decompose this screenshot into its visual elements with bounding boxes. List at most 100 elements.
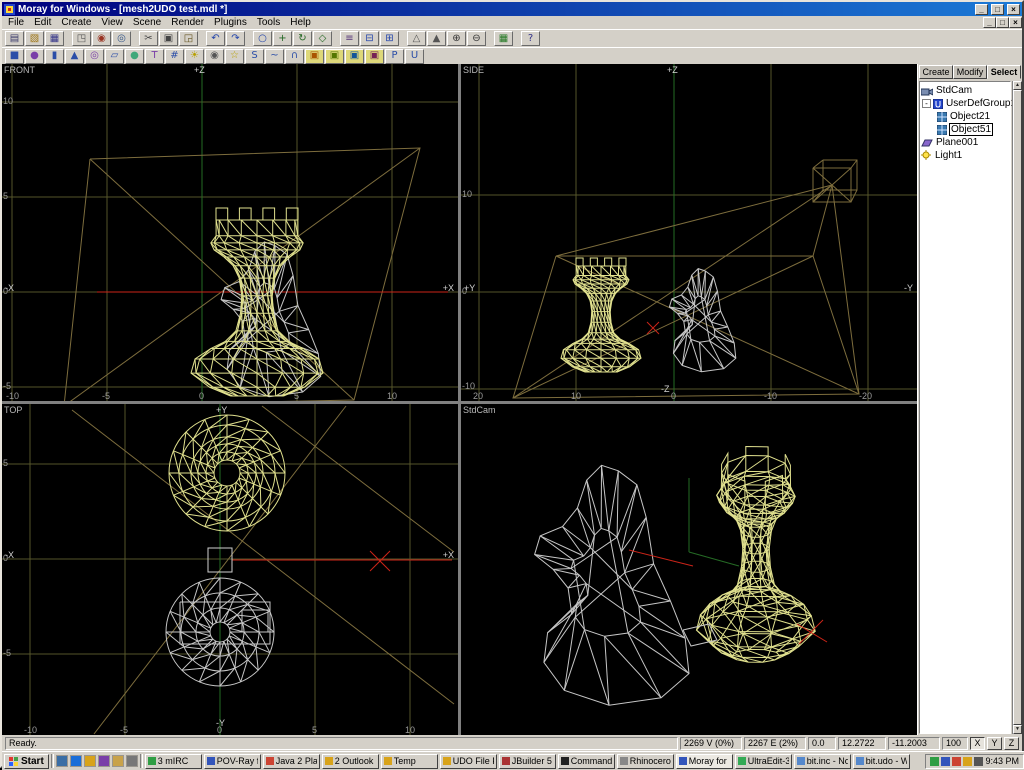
shaded-icon[interactable]: ▲ bbox=[427, 31, 446, 46]
tray-icon-4[interactable] bbox=[963, 757, 972, 766]
menu-item[interactable]: Help bbox=[285, 16, 316, 29]
tree-item-plane001[interactable]: Plane001 bbox=[921, 136, 1010, 149]
camera-icon[interactable]: ◉ bbox=[205, 49, 224, 64]
csg-union-icon[interactable]: ▣ bbox=[305, 49, 324, 64]
export-icon[interactable]: ◳ bbox=[72, 31, 91, 46]
tray-icon-3[interactable] bbox=[952, 757, 961, 766]
scale-icon[interactable]: ◇ bbox=[313, 31, 332, 46]
rotate-icon[interactable]: ↻ bbox=[293, 31, 312, 46]
redo-icon[interactable]: ↷ bbox=[226, 31, 245, 46]
lathe-icon[interactable]: ∩ bbox=[285, 49, 304, 64]
scrollbar-thumb[interactable] bbox=[1013, 90, 1022, 725]
taskbar-button[interactable]: Java 2 Platf... bbox=[263, 754, 320, 769]
tray-icon-1[interactable] bbox=[930, 757, 939, 766]
front-canvas[interactable] bbox=[2, 64, 458, 401]
outlook-icon[interactable] bbox=[84, 755, 96, 767]
axis-x-toggle[interactable]: X bbox=[970, 737, 985, 750]
taskbar-button[interactable]: bit.udo - W... bbox=[853, 754, 910, 769]
maximize-button[interactable]: □ bbox=[991, 4, 1004, 15]
zoom-out-icon[interactable]: ⊖ bbox=[467, 31, 486, 46]
tab-select[interactable]: Select bbox=[987, 65, 1021, 79]
axis-y-toggle[interactable]: Y bbox=[987, 737, 1002, 750]
menu-item[interactable]: Tools bbox=[252, 16, 285, 29]
grid-icon[interactable]: ▦ bbox=[494, 31, 513, 46]
copy-icon[interactable]: ▣ bbox=[159, 31, 178, 46]
spotlight-icon[interactable]: ☆ bbox=[225, 49, 244, 64]
panel-scrollbar[interactable]: ▲ ▼ bbox=[1012, 81, 1022, 734]
tree-item-object21[interactable]: Object21 bbox=[937, 110, 1010, 123]
ungroup-icon[interactable]: ⊞ bbox=[380, 31, 399, 46]
taskbar-button[interactable]: JBuilder 5 - ... bbox=[499, 754, 556, 769]
mdi-restore-button[interactable]: □ bbox=[996, 17, 1009, 28]
light-icon[interactable]: ☀ bbox=[185, 49, 204, 64]
top-canvas[interactable] bbox=[2, 404, 458, 735]
menu-item[interactable]: File bbox=[3, 16, 29, 29]
side-canvas[interactable] bbox=[461, 64, 917, 401]
translate-icon[interactable]: + bbox=[273, 31, 292, 46]
open-icon[interactable]: ▧ bbox=[25, 31, 44, 46]
mesh-icon[interactable]: # bbox=[165, 49, 184, 64]
taskbar-button[interactable]: bit.inc - Not... bbox=[794, 754, 851, 769]
mdi-minimize-button[interactable]: _ bbox=[983, 17, 996, 28]
viewport-stdcam[interactable]: StdCam bbox=[461, 404, 917, 735]
taskbar-button[interactable]: Command P... bbox=[558, 754, 615, 769]
save-icon[interactable]: ▦ bbox=[45, 31, 64, 46]
folder-icon[interactable] bbox=[112, 755, 124, 767]
tray-icon-2[interactable] bbox=[941, 757, 950, 766]
new-icon[interactable]: ▤ bbox=[5, 31, 24, 46]
start-button[interactable]: Start bbox=[4, 754, 49, 769]
menu-item[interactable]: Scene bbox=[128, 16, 166, 29]
taskbar-button[interactable]: POV-Ray fo... bbox=[204, 754, 261, 769]
internet-explorer-icon[interactable] bbox=[70, 755, 82, 767]
taskbar-button[interactable]: Temp bbox=[381, 754, 438, 769]
render-settings-icon[interactable]: ◎ bbox=[112, 31, 131, 46]
help-icon[interactable]: ? bbox=[521, 31, 540, 46]
wireframe-icon[interactable]: △ bbox=[407, 31, 426, 46]
menu-item[interactable]: View bbox=[96, 16, 128, 29]
title-bar[interactable]: Moray for Windows - [mesh2UDO test.mdl *… bbox=[2, 2, 1022, 16]
scroll-down-icon[interactable]: ▼ bbox=[1013, 725, 1022, 734]
show-desktop-icon[interactable] bbox=[56, 755, 68, 767]
csg-merge-icon[interactable]: ▣ bbox=[365, 49, 384, 64]
menu-item[interactable]: Plugins bbox=[209, 16, 252, 29]
mdi-close-button[interactable]: × bbox=[1009, 17, 1022, 28]
box-icon[interactable]: ■ bbox=[5, 49, 24, 64]
plane-icon[interactable]: ▱ bbox=[105, 49, 124, 64]
taskbar-button[interactable]: UltraEdit-32 bbox=[735, 754, 792, 769]
tree-item-object51[interactable]: Object51 bbox=[937, 123, 1010, 136]
stdcam-canvas[interactable] bbox=[461, 404, 917, 735]
select-icon[interactable]: ○ bbox=[253, 31, 272, 46]
tree-item-userdefgroup1[interactable]: - UserDefGroup1 bbox=[921, 97, 1010, 110]
collapse-icon[interactable]: - bbox=[922, 99, 931, 108]
tab-modify[interactable]: Modify bbox=[953, 65, 987, 79]
tree-item-light1[interactable]: Light1 bbox=[921, 149, 1010, 162]
viewport-side[interactable]: SIDE +Z +Y -Y -Z 20100-10-20 100-10 bbox=[461, 64, 917, 401]
taskbar-button[interactable]: Moray for ... bbox=[676, 754, 733, 769]
udo-export-icon[interactable]: U bbox=[405, 49, 424, 64]
taskbar-button[interactable]: UDO File Fo... bbox=[440, 754, 497, 769]
blob-icon[interactable]: ● bbox=[125, 49, 144, 64]
menu-item[interactable]: Create bbox=[56, 16, 96, 29]
undo-icon[interactable]: ↶ bbox=[206, 31, 225, 46]
text-object-icon[interactable]: T bbox=[145, 49, 164, 64]
csg-intersect-icon[interactable]: ▣ bbox=[325, 49, 344, 64]
tray-icon-5[interactable] bbox=[974, 757, 983, 766]
menu-item[interactable]: Render bbox=[166, 16, 209, 29]
taskbar-button[interactable]: 3 mIRC bbox=[145, 754, 202, 769]
tree-item-stdcam[interactable]: StdCam bbox=[921, 84, 1010, 97]
taskbar-button[interactable]: Rhinoceros ... bbox=[617, 754, 674, 769]
scroll-up-icon[interactable]: ▲ bbox=[1013, 81, 1022, 90]
render-icon[interactable]: ◉ bbox=[92, 31, 111, 46]
tab-create[interactable]: Create bbox=[919, 65, 953, 79]
cut-icon[interactable]: ✂ bbox=[139, 31, 158, 46]
taskbar-button[interactable]: 2 Outlook ... bbox=[322, 754, 379, 769]
menu-item[interactable]: Edit bbox=[29, 16, 56, 29]
notepad-icon[interactable] bbox=[126, 755, 138, 767]
sphere-icon[interactable]: ● bbox=[25, 49, 44, 64]
bezier-icon[interactable]: S bbox=[245, 49, 264, 64]
close-button[interactable]: × bbox=[1007, 4, 1020, 15]
povray-export-icon[interactable]: P bbox=[385, 49, 404, 64]
media-player-icon[interactable] bbox=[98, 755, 110, 767]
minimize-button[interactable]: _ bbox=[975, 4, 988, 15]
zoom-in-icon[interactable]: ⊕ bbox=[447, 31, 466, 46]
